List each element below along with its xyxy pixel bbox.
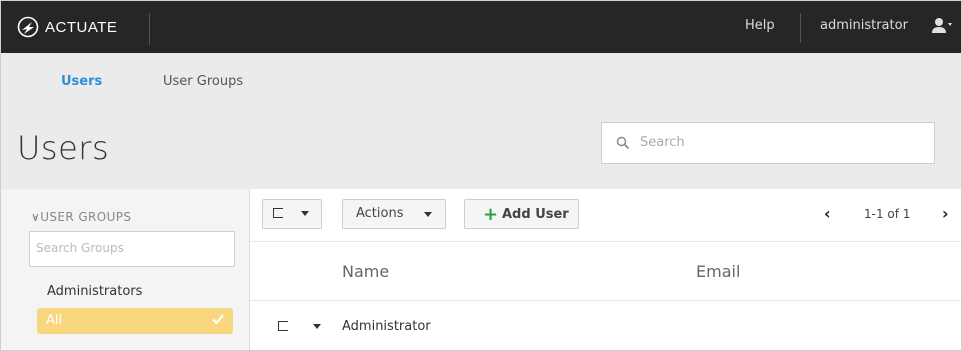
tab-users[interactable]: Users (61, 74, 102, 89)
search-icon (616, 136, 630, 150)
row-menu-caret-icon[interactable] (313, 324, 321, 329)
sidebar-item-label: All (46, 313, 63, 328)
search-input[interactable]: Search (601, 122, 935, 164)
previous-page-icon[interactable]: ‹ (824, 204, 831, 223)
row-checkbox[interactable] (278, 321, 288, 331)
user-name-cell[interactable]: Administrator (342, 319, 431, 334)
checkbox-icon (273, 208, 283, 218)
select-all-dropdown[interactable] (262, 199, 322, 229)
brand-name: ACTUATE (45, 18, 118, 36)
next-page-icon[interactable]: › (942, 204, 949, 223)
pager-status: 1-1 of 1 (864, 207, 911, 221)
help-link[interactable]: Help (745, 18, 775, 33)
page-title: Users (17, 129, 110, 167)
search-placeholder: Search (640, 135, 685, 150)
actuate-logo[interactable]: ACTUATE (17, 15, 117, 39)
search-groups-placeholder: Search Groups (36, 241, 124, 255)
actuate-logo-icon (17, 16, 39, 38)
sidebar-section-title[interactable]: ∨USER GROUPS (31, 210, 131, 224)
plus-icon: + (483, 204, 499, 225)
app-window: ACTUATE Help administrator Users User Gr… (0, 0, 962, 351)
caret-down-icon (424, 212, 432, 217)
table-header: Name Email (250, 242, 961, 301)
add-user-button[interactable]: + Add User (464, 199, 579, 229)
column-header-name[interactable]: Name (342, 262, 389, 281)
user-menu-icon[interactable] (931, 16, 953, 36)
divider (149, 13, 150, 45)
user-groups-sidebar: ⌄ ∨USER GROUPS Search Groups Administrat… (1, 189, 250, 350)
username-menu[interactable]: administrator (820, 18, 908, 33)
checkmark-icon (212, 314, 224, 325)
tab-user-groups[interactable]: User Groups (163, 74, 243, 89)
actions-dropdown[interactable]: Actions (342, 199, 446, 229)
caret-down-icon (301, 211, 309, 216)
sidebar-item-administrators[interactable]: Administrators (47, 284, 142, 299)
add-user-label: Add User (502, 207, 569, 222)
search-groups-input[interactable]: Search Groups (29, 231, 235, 267)
users-toolbar: Actions + Add User ‹ 1-1 of 1 › (250, 189, 961, 242)
top-bar: ACTUATE Help administrator (1, 1, 961, 53)
sidebar-section-title-text: USER GROUPS (40, 210, 132, 224)
table-row[interactable]: Administrator (250, 301, 961, 350)
divider (800, 13, 801, 43)
actions-label: Actions (356, 206, 404, 221)
sidebar-item-all[interactable]: All (37, 308, 233, 334)
column-header-email[interactable]: Email (696, 262, 740, 281)
page-header: Users User Groups Users Search (1, 53, 961, 189)
